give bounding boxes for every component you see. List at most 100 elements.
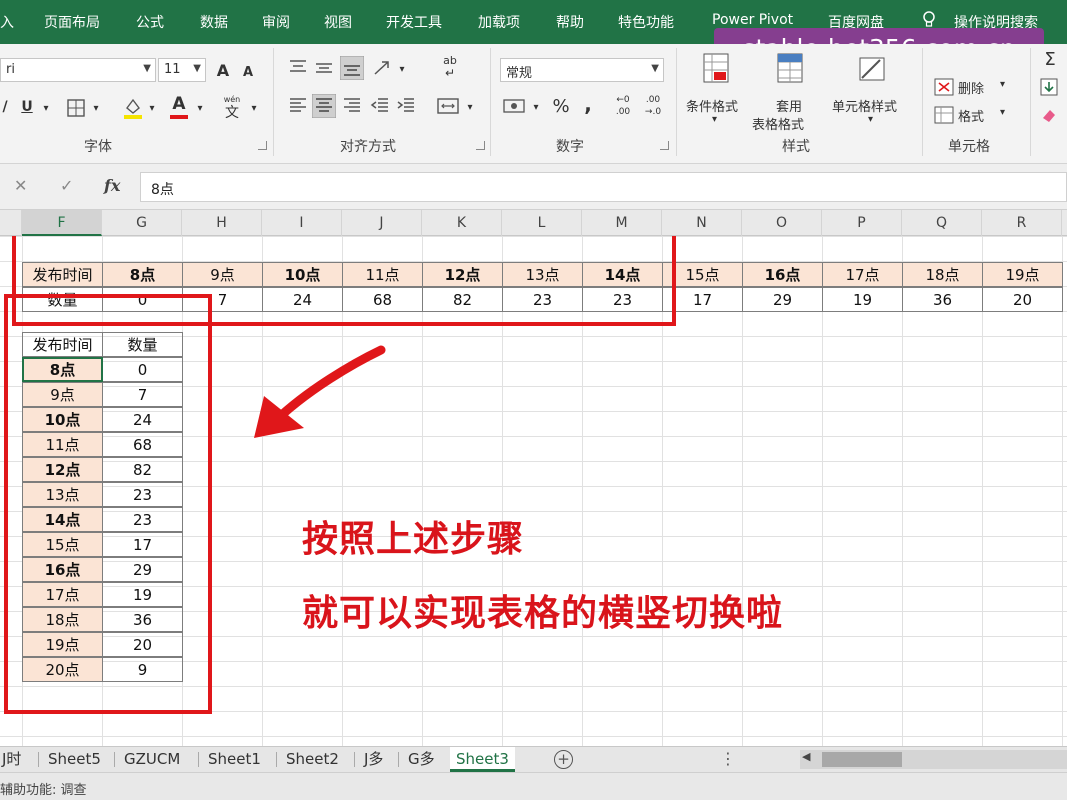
sheet-tab-active[interactable]: Sheet3 [450, 747, 515, 772]
chevron-down-icon[interactable]: ▾ [530, 98, 542, 116]
chevron-down-icon[interactable]: ▾ [90, 98, 102, 118]
autosum-button[interactable]: Σ [1040, 48, 1060, 70]
fill-color-icon[interactable] [122, 96, 144, 120]
align-middle-icon[interactable] [314, 58, 334, 78]
horizontal-scrollbar[interactable]: ◀ [800, 750, 1067, 769]
more-options-icon[interactable]: ⋮ [720, 749, 736, 768]
comma-style-button[interactable]: , [580, 92, 596, 116]
font-color-button[interactable]: A [168, 94, 190, 120]
delete-cells-button[interactable]: 删除 ▾ [934, 76, 1014, 98]
eraser-icon[interactable] [1040, 106, 1058, 124]
decrease-decimal-button[interactable]: .00 →.0 [640, 94, 666, 120]
sheet-tab[interactable]: Sheet1 [202, 747, 267, 772]
number-dialog-launcher[interactable] [660, 141, 669, 150]
menu-insert[interactable]: 入 [0, 12, 14, 32]
italic-button[interactable]: / [0, 96, 10, 118]
decrease-decimal-line2: →.0 [644, 107, 662, 117]
orientation-icon[interactable] [372, 58, 394, 78]
worksheet-grid[interactable]: 发布时间 8点 9点 10点 11点 12点 13点 14点 15点 16点 1… [0, 236, 1067, 746]
font-color-icon: A [172, 94, 186, 114]
font-size-combo[interactable]: 11 ▼ [158, 58, 206, 82]
add-sheet-button[interactable]: + [554, 750, 573, 769]
column-header[interactable]: G [102, 210, 182, 236]
align-left-icon[interactable] [288, 96, 308, 116]
cancel-entry-button[interactable]: ✕ [14, 176, 27, 195]
menu-special-features[interactable]: 特色功能 [618, 12, 674, 32]
increase-decimal-button[interactable]: ←0 .00 [610, 94, 636, 120]
menu-addins[interactable]: 加载项 [478, 12, 520, 32]
column-header[interactable]: Q [902, 210, 982, 236]
accounting-format-icon[interactable] [502, 96, 526, 116]
menu-formulas[interactable]: 公式 [136, 12, 164, 32]
confirm-entry-button[interactable]: ✓ [60, 176, 73, 195]
menu-page-layout[interactable]: 页面布局 [44, 12, 100, 32]
column-header[interactable]: J [342, 210, 422, 236]
cell-styles-button[interactable]: 单元格样式 ▾ [832, 48, 912, 130]
sheet-tab[interactable]: Sheet5 [42, 747, 107, 772]
merge-center-icon[interactable] [436, 96, 460, 116]
insert-function-button[interactable]: fx [104, 176, 120, 195]
fill-down-icon[interactable] [1040, 78, 1058, 96]
wrap-text-button[interactable]: ab ↵ [438, 54, 462, 82]
column-header[interactable]: F [22, 210, 102, 236]
chevron-down-icon[interactable]: ▾ [464, 98, 476, 116]
format-as-table-button[interactable]: 套用 表格格式 [752, 48, 828, 133]
menu-data[interactable]: 数据 [200, 12, 228, 32]
column-header[interactable]: O [742, 210, 822, 236]
sheet-tab[interactable]: J多 [358, 747, 389, 772]
table-cell[interactable]: 16点 [742, 262, 823, 287]
column-header[interactable]: N [662, 210, 742, 236]
chevron-down-icon[interactable]: ▾ [146, 98, 158, 118]
font-name-combo[interactable]: ri ▼ [0, 58, 156, 82]
grow-font-button[interactable]: A [212, 58, 234, 82]
chevron-down-icon[interactable]: ▾ [248, 98, 260, 118]
phonetic-guide-button[interactable]: wén 文 [220, 94, 244, 122]
percent-style-button[interactable]: % [550, 94, 572, 118]
column-header[interactable]: M [582, 210, 662, 236]
sheet-tab[interactable]: GZUCM [118, 747, 186, 772]
decrease-indent-icon[interactable] [370, 96, 390, 116]
align-center-icon[interactable] [312, 94, 336, 118]
chevron-down-icon[interactable]: ▾ [40, 98, 52, 118]
table-cell[interactable]: 19 [822, 287, 903, 312]
column-header[interactable]: R [982, 210, 1062, 236]
border-icon[interactable] [66, 98, 86, 118]
column-header[interactable]: P [822, 210, 902, 236]
menu-help[interactable]: 帮助 [556, 12, 584, 32]
table-cell[interactable]: 20 [982, 287, 1063, 312]
align-top-icon[interactable] [288, 58, 308, 78]
alignment-dialog-launcher[interactable] [476, 141, 485, 150]
column-header[interactable]: L [502, 210, 582, 236]
column-header[interactable]: H [182, 210, 262, 236]
accessibility-status[interactable]: 辅助功能: 调查 [0, 779, 87, 798]
scroll-left-icon[interactable]: ◀ [802, 750, 810, 763]
shrink-font-button[interactable]: A [238, 61, 258, 83]
menu-power-pivot[interactable]: Power Pivot [712, 12, 793, 28]
table-cell[interactable]: 19点 [982, 262, 1063, 287]
menu-developer[interactable]: 开发工具 [386, 12, 442, 32]
scrollbar-thumb[interactable] [822, 752, 902, 767]
number-format-combo[interactable]: 常规 ▼ [500, 58, 664, 82]
table-cell[interactable]: 29 [742, 287, 823, 312]
sheet-tab[interactable]: G多 [402, 747, 441, 772]
sheet-tab[interactable]: J时 [0, 747, 27, 772]
align-right-icon[interactable] [342, 96, 362, 116]
conditional-format-button[interactable]: 条件格式 ▾ [684, 48, 748, 130]
chevron-down-icon[interactable]: ▾ [194, 98, 206, 118]
table-cell[interactable]: 36 [902, 287, 983, 312]
format-cells-button[interactable]: 格式 ▾ [934, 104, 1014, 126]
formula-input[interactable]: 8点 [140, 172, 1067, 202]
align-bottom-icon[interactable] [340, 56, 364, 80]
table-cell[interactable]: 17点 [822, 262, 903, 287]
menu-view[interactable]: 视图 [324, 12, 352, 32]
column-header[interactable]: K [422, 210, 502, 236]
underline-button[interactable]: U [16, 96, 38, 118]
menu-review[interactable]: 审阅 [262, 12, 290, 32]
column-header[interactable]: I [262, 210, 342, 236]
increase-indent-icon[interactable] [396, 96, 416, 116]
font-dialog-launcher[interactable] [258, 141, 267, 150]
select-all-corner[interactable] [0, 210, 22, 236]
table-cell[interactable]: 18点 [902, 262, 983, 287]
chevron-down-icon[interactable]: ▾ [396, 60, 408, 78]
sheet-tab[interactable]: Sheet2 [280, 747, 345, 772]
